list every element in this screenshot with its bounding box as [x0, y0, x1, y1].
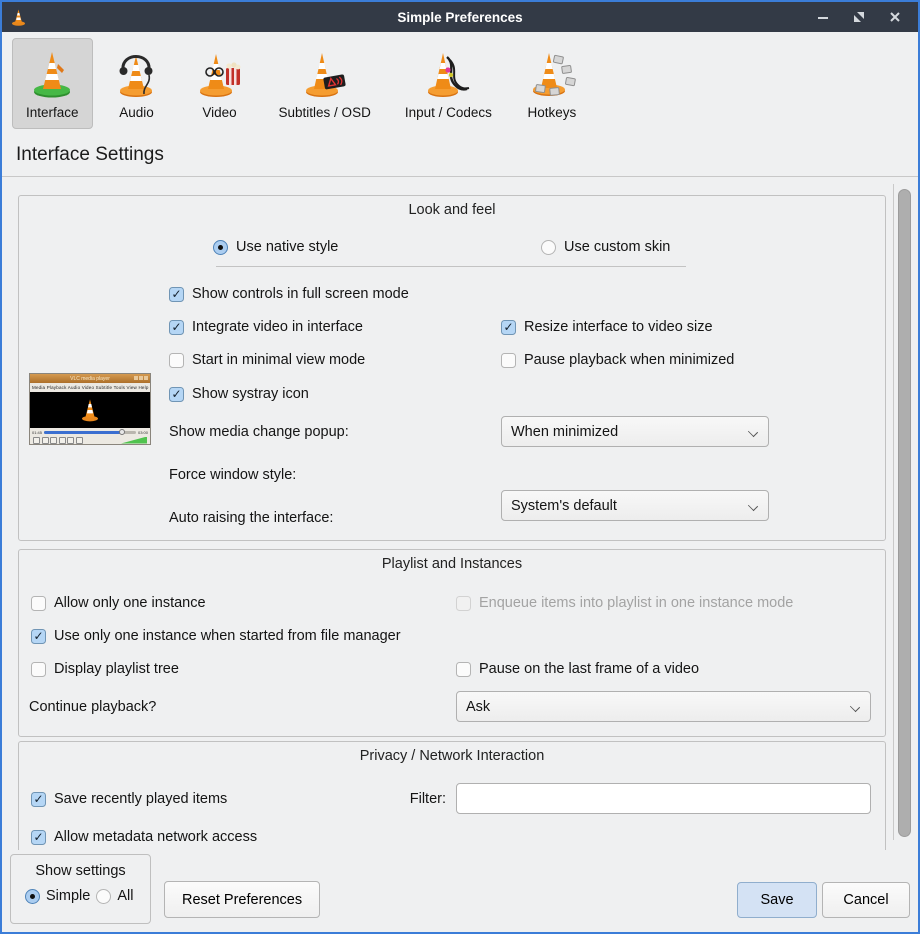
tab-hotkeys[interactable]: Hotkeys — [512, 38, 592, 129]
minimize-icon[interactable] — [816, 10, 830, 24]
preview-seekbar: 01:45 03:00 — [30, 428, 150, 436]
hotkeys-cone-icon — [526, 46, 578, 100]
tab-label: Audio — [119, 105, 154, 120]
preview-video-area — [30, 392, 150, 428]
input-codecs-cone-icon — [423, 46, 473, 100]
radio-dot — [213, 240, 228, 255]
interface-cone-icon — [28, 46, 76, 100]
radio-use-native-style[interactable]: Use native style — [213, 237, 338, 257]
settings-scroll-area: Look and feel Use native style Use custo… — [2, 184, 918, 850]
save-button[interactable]: Save — [737, 882, 817, 918]
tab-label: Hotkeys — [528, 105, 577, 120]
close-icon[interactable] — [888, 10, 902, 24]
tab-label: Input / Codecs — [405, 105, 492, 120]
checkbox-box — [169, 353, 184, 368]
checkbox-resize-interface[interactable]: Resize interface to video size — [501, 317, 713, 337]
checkbox-save-recent-items[interactable]: Save recently played items — [31, 789, 227, 809]
group-title: Privacy / Network Interaction — [19, 748, 885, 764]
audio-cone-icon — [113, 46, 161, 100]
restore-icon[interactable] — [852, 10, 866, 24]
show-settings-title: Show settings — [11, 863, 150, 879]
footer-bar: Show settings Simple All Reset Preferenc… — [2, 850, 918, 932]
checkbox-box — [501, 320, 516, 335]
checkbox-metadata-network-access[interactable]: Allow metadata network access — [31, 827, 257, 847]
checkbox-minimal-view[interactable]: Start in minimal view mode — [169, 350, 365, 370]
checkbox-box — [31, 792, 46, 807]
preview-window-buttons — [134, 376, 148, 380]
checkbox-integrate-video[interactable]: Integrate video in interface — [169, 317, 363, 337]
preview-menubar: Media Playback Audio Video Subtitle Tool… — [30, 383, 150, 392]
subtitles-cone-icon — [300, 46, 350, 100]
preview-cone-icon — [80, 398, 100, 422]
cancel-button[interactable]: Cancel — [822, 882, 910, 918]
preview-volume — [121, 437, 147, 444]
checkbox-show-fullscreen-controls[interactable]: Show controls in full screen mode — [169, 284, 409, 304]
preferences-toolbar: Interface Audio — [2, 32, 918, 132]
radio-settings-simple[interactable]: Simple — [25, 888, 90, 904]
chevron-down-icon — [850, 702, 860, 712]
checkbox-show-systray[interactable]: Show systray icon — [169, 384, 309, 404]
window-title: Simple Preferences — [2, 10, 918, 25]
tab-label: Subtitles / OSD — [279, 105, 371, 120]
titlebar[interactable]: Simple Preferences — [2, 2, 918, 32]
radio-settings-all[interactable]: All — [96, 888, 133, 904]
show-settings-group: Show settings Simple All — [10, 854, 151, 924]
group-playlist-instances: Playlist and Instances Allow only one in… — [18, 549, 886, 737]
checkbox-display-playlist-tree[interactable]: Display playlist tree — [31, 659, 179, 679]
video-cone-icon — [195, 46, 245, 100]
tab-subtitles-osd[interactable]: Subtitles / OSD — [265, 38, 385, 129]
window-controls — [816, 10, 918, 24]
radio-dot — [96, 889, 111, 904]
tab-input-codecs[interactable]: Input / Codecs — [391, 38, 506, 129]
group-look-and-feel: Look and feel Use native style Use custo… — [18, 195, 886, 541]
media-popup-select[interactable]: When minimized — [501, 416, 769, 447]
checkbox-box — [169, 387, 184, 402]
tab-label: Video — [202, 105, 236, 120]
checkbox-pause-last-frame[interactable]: Pause on the last frame of a video — [456, 659, 699, 679]
media-popup-label: Show media change popup: — [169, 422, 349, 442]
filter-input[interactable] — [456, 783, 871, 814]
checkbox-enqueue-items: Enqueue items into playlist in one insta… — [456, 593, 793, 613]
group-privacy-network: Privacy / Network Interaction Save recen… — [18, 741, 886, 850]
radio-dot — [541, 240, 556, 255]
page-title: Interface Settings — [2, 132, 918, 176]
continue-playback-label: Continue playback? — [29, 697, 156, 717]
group-title: Playlist and Instances — [19, 556, 885, 572]
preview-controls — [30, 436, 150, 444]
checkbox-box — [501, 353, 516, 368]
filter-label: Filter: — [356, 789, 446, 809]
auto-raise-label: Auto raising the interface: — [169, 508, 333, 528]
tab-video[interactable]: Video — [181, 38, 259, 129]
checkbox-pause-when-minimized[interactable]: Pause playback when minimized — [501, 350, 734, 370]
radio-use-custom-skin[interactable]: Use custom skin — [541, 237, 670, 257]
checkbox-box — [31, 662, 46, 677]
chevron-down-icon — [748, 501, 758, 511]
window-style-select[interactable]: System's default — [501, 490, 769, 521]
checkbox-one-instance-file-manager[interactable]: Use only one instance when started from … — [31, 626, 401, 646]
radio-separator — [216, 266, 686, 267]
interface-preview-image: VLC media player Media Playback Audio Vi… — [29, 373, 151, 445]
checkbox-box — [169, 287, 184, 302]
checkbox-one-instance[interactable]: Allow only one instance — [31, 593, 206, 613]
preview-titlebar: VLC media player — [30, 374, 150, 383]
checkbox-box — [456, 596, 471, 611]
checkbox-box — [31, 629, 46, 644]
radio-dot — [25, 889, 40, 904]
tab-label: Interface — [26, 105, 79, 120]
checkbox-box — [456, 662, 471, 677]
continue-playback-select[interactable]: Ask — [456, 691, 871, 722]
group-title: Look and feel — [19, 202, 885, 218]
vertical-scrollbar[interactable] — [898, 189, 911, 837]
checkbox-box — [31, 830, 46, 845]
chevron-down-icon — [748, 427, 758, 437]
title-divider — [2, 176, 918, 177]
checkbox-box — [31, 596, 46, 611]
checkbox-box — [169, 320, 184, 335]
scroll-separator — [893, 184, 894, 840]
reset-preferences-button[interactable]: Reset Preferences — [164, 881, 320, 918]
simple-preferences-window: Simple Preferences — [0, 0, 920, 934]
tab-interface[interactable]: Interface — [12, 38, 93, 129]
tab-audio[interactable]: Audio — [99, 38, 175, 129]
window-style-label: Force window style: — [169, 465, 296, 485]
